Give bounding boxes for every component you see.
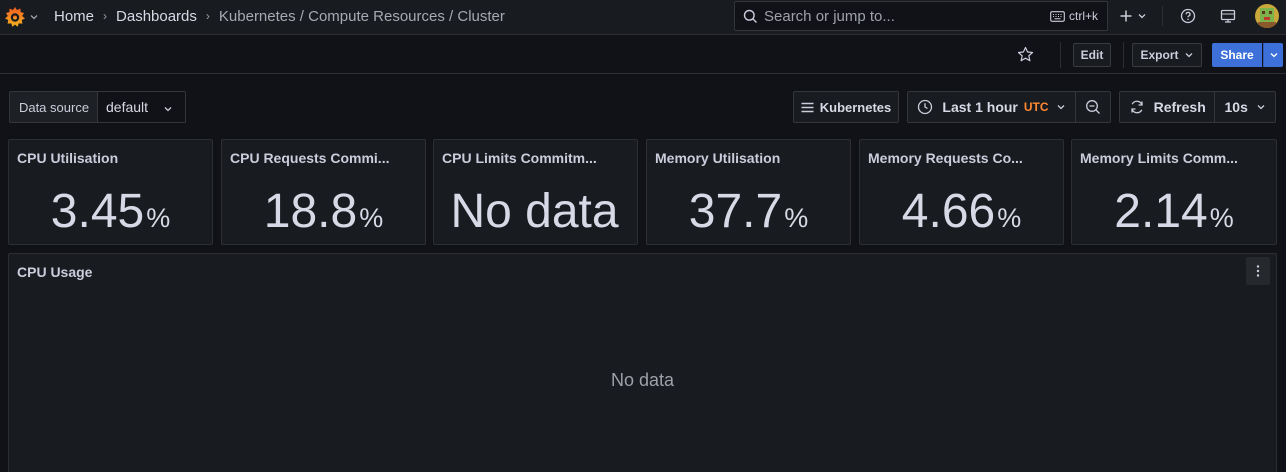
user-avatar[interactable] bbox=[1255, 4, 1279, 28]
zoom-out-button[interactable] bbox=[1076, 92, 1110, 122]
chevron-down-icon bbox=[164, 107, 172, 112]
time-picker: Last 1 hour UTC bbox=[907, 91, 1111, 123]
stat-value: 3.45% bbox=[9, 184, 212, 239]
divider bbox=[1060, 42, 1061, 68]
star-icon bbox=[1017, 46, 1034, 62]
stat-unit: % bbox=[997, 203, 1022, 233]
stat-number: 3.45 bbox=[50, 185, 145, 238]
stat-value: 2.14% bbox=[1072, 184, 1276, 239]
breadcrumb-home[interactable]: Home bbox=[54, 8, 94, 25]
panel-title: Memory Requests Co... bbox=[868, 150, 1023, 166]
chevron-down-icon bbox=[30, 15, 38, 20]
keyboard-shortcut: ctrl+k bbox=[1050, 9, 1098, 23]
stat-number: 2.14 bbox=[1114, 185, 1208, 238]
panel-title: Memory Limits Comm... bbox=[1080, 150, 1238, 166]
plus-icon bbox=[1120, 10, 1132, 22]
keyboard-icon bbox=[1050, 10, 1065, 22]
panel-title: CPU Utilisation bbox=[17, 150, 119, 166]
stat-unit: % bbox=[359, 203, 384, 233]
refresh-interval-select[interactable]: 10s bbox=[1215, 92, 1275, 122]
search-placeholder: Search or jump to... bbox=[764, 7, 895, 25]
help-icon bbox=[1180, 8, 1196, 24]
chevron-right-icon: › bbox=[103, 9, 108, 23]
favorite-button[interactable] bbox=[1017, 46, 1034, 68]
breadcrumb-current: Kubernetes / Compute Resources / Cluster bbox=[218, 7, 505, 25]
stat-value: 18.8% bbox=[222, 184, 425, 239]
refresh-button[interactable]: Refresh bbox=[1120, 92, 1216, 122]
chevron-down-icon bbox=[1270, 53, 1277, 58]
dashboard-toolbar: Edit Export Share bbox=[0, 35, 1286, 74]
datasource-value: default bbox=[106, 99, 149, 115]
dock-menu-button[interactable] bbox=[1220, 0, 1236, 32]
divider bbox=[1162, 6, 1163, 26]
datasource-select[interactable]: default bbox=[97, 91, 186, 123]
share-menu-button[interactable] bbox=[1263, 43, 1283, 67]
stat-number: 4.66 bbox=[901, 185, 996, 238]
chevron-down-icon bbox=[1257, 105, 1265, 110]
refresh-label: Refresh bbox=[1153, 99, 1206, 115]
divider bbox=[1123, 42, 1124, 68]
chevron-right-icon: › bbox=[205, 9, 210, 23]
search-icon bbox=[743, 9, 757, 23]
shortcut-label: ctrl+k bbox=[1068, 9, 1098, 23]
stat-value: 4.66% bbox=[860, 184, 1063, 239]
stat-number: 18.8 bbox=[263, 185, 358, 238]
refresh-interval-value: 10s bbox=[1224, 99, 1248, 115]
panel-title: CPU Limits Commitm... bbox=[442, 150, 597, 166]
stat-unit: % bbox=[1209, 203, 1234, 233]
panel-title: Memory Utilisation bbox=[655, 150, 781, 166]
stat-panel-memory-limits-commitment[interactable]: Memory Limits Comm... 2.14% bbox=[1071, 139, 1277, 245]
stat-panel-cpu-requests-commitment[interactable]: CPU Requests Commi... 18.8% bbox=[221, 139, 426, 245]
breadcrumb-dashboards[interactable]: Dashboards bbox=[116, 8, 197, 25]
datasource-label: Data source bbox=[9, 91, 98, 123]
clock-icon bbox=[918, 99, 933, 115]
chevron-down-icon bbox=[1057, 105, 1065, 110]
more-vertical-icon bbox=[1256, 265, 1260, 277]
stat-panel-memory-requests-commitment[interactable]: Memory Requests Co... 4.66% bbox=[859, 139, 1064, 245]
new-menu-button[interactable] bbox=[1119, 0, 1147, 32]
kubernetes-links-button[interactable]: Kubernetes bbox=[793, 91, 899, 123]
stat-number: No data bbox=[450, 185, 619, 238]
no-data-message: No data bbox=[610, 370, 675, 390]
search-input[interactable]: Search or jump to... ctrl+k bbox=[734, 1, 1108, 31]
stat-panel-cpu-utilisation[interactable]: CPU Utilisation 3.45% bbox=[8, 139, 213, 245]
refresh-picker: Refresh 10s bbox=[1119, 91, 1276, 123]
help-button[interactable] bbox=[1180, 0, 1196, 32]
time-range-button[interactable]: Last 1 hour UTC bbox=[908, 92, 1076, 122]
share-button[interactable]: Share bbox=[1212, 43, 1262, 67]
grafana-logo-icon bbox=[5, 7, 25, 27]
edit-button[interactable]: Edit bbox=[1073, 43, 1111, 67]
avatar-icon bbox=[1255, 4, 1279, 28]
stat-panel-memory-utilisation[interactable]: Memory Utilisation 37.7% bbox=[646, 139, 851, 245]
panel-title: CPU Requests Commi... bbox=[230, 150, 390, 166]
chevron-down-icon bbox=[1185, 53, 1192, 58]
grafana-menu-button[interactable] bbox=[4, 4, 42, 30]
panel-menu-button[interactable] bbox=[1246, 257, 1270, 285]
stat-value: 37.7% bbox=[647, 184, 850, 239]
chevron-down-icon bbox=[1138, 14, 1146, 19]
timezone-label: UTC bbox=[1023, 100, 1049, 114]
time-range-label: Last 1 hour bbox=[942, 99, 1018, 115]
stat-number: 37.7 bbox=[688, 185, 783, 238]
refresh-icon bbox=[1130, 100, 1143, 114]
stat-unit: % bbox=[784, 203, 809, 233]
panel-title: CPU Usage bbox=[17, 264, 93, 280]
export-label: Export bbox=[1140, 48, 1179, 62]
kubernetes-label: Kubernetes bbox=[819, 99, 892, 115]
zoom-out-icon bbox=[1086, 100, 1100, 114]
bars-icon bbox=[801, 102, 814, 112]
stat-value: No data bbox=[434, 184, 637, 239]
stat-panel-cpu-limits-commitment[interactable]: CPU Limits Commitm... No data bbox=[433, 139, 638, 245]
export-button[interactable]: Export bbox=[1132, 43, 1202, 67]
monitor-icon bbox=[1220, 9, 1236, 23]
stat-unit: % bbox=[146, 203, 171, 233]
top-nav-bar: Home › Dashboards › Kubernetes / Compute… bbox=[0, 0, 1286, 35]
cpu-usage-panel[interactable]: CPU Usage No data bbox=[8, 253, 1277, 472]
breadcrumb: Home › Dashboards › Kubernetes / Compute… bbox=[54, 0, 505, 32]
